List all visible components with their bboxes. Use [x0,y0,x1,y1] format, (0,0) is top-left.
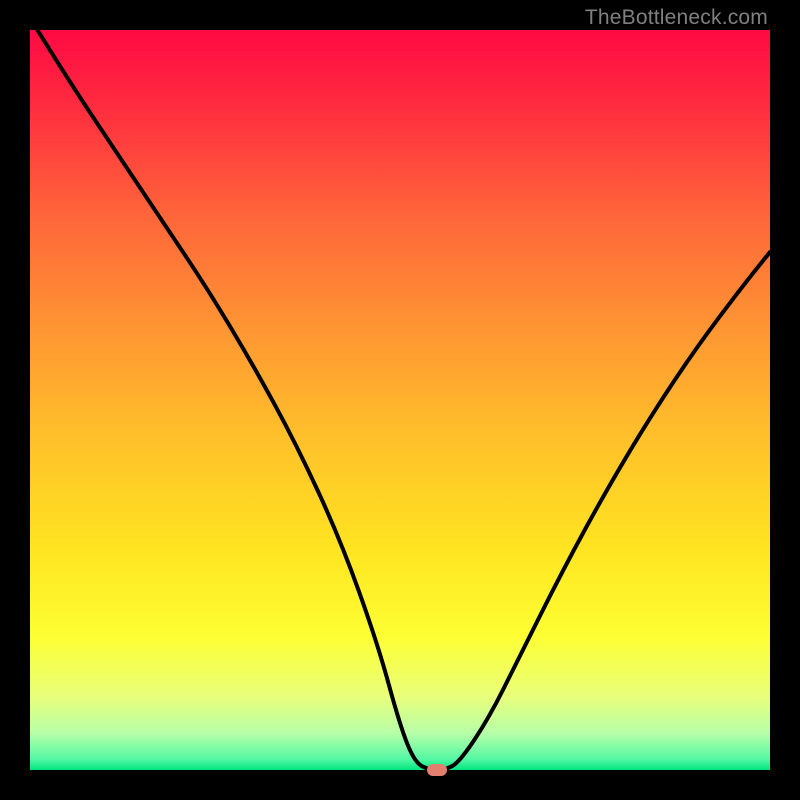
optimal-point-marker [427,764,447,776]
watermark-text: TheBottleneck.com [585,6,768,30]
bottleneck-curve [37,30,770,770]
chart-stage: TheBottleneck.com [0,0,800,800]
plot-area [30,30,770,770]
curve-layer [30,30,770,770]
